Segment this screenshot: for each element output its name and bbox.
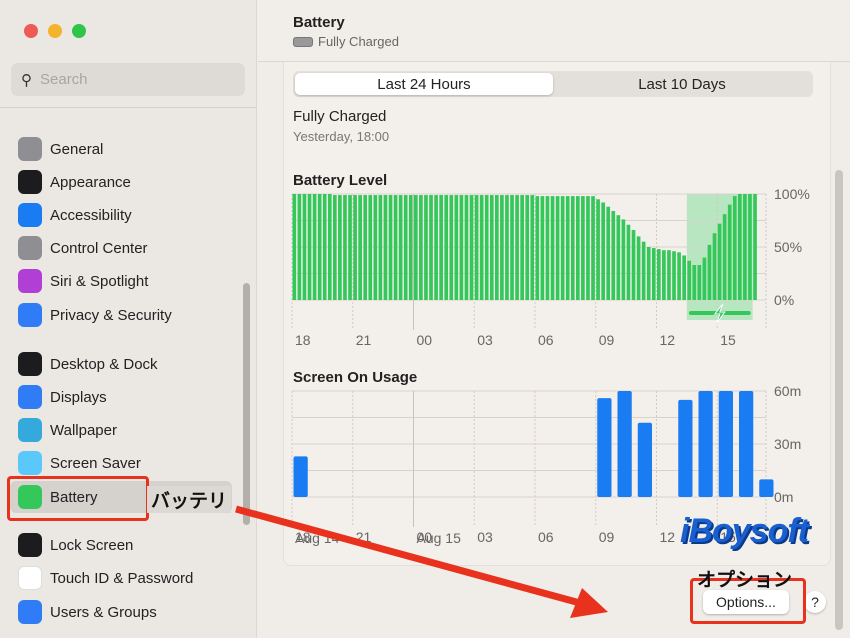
annotation-arrow: [235, 505, 608, 618]
